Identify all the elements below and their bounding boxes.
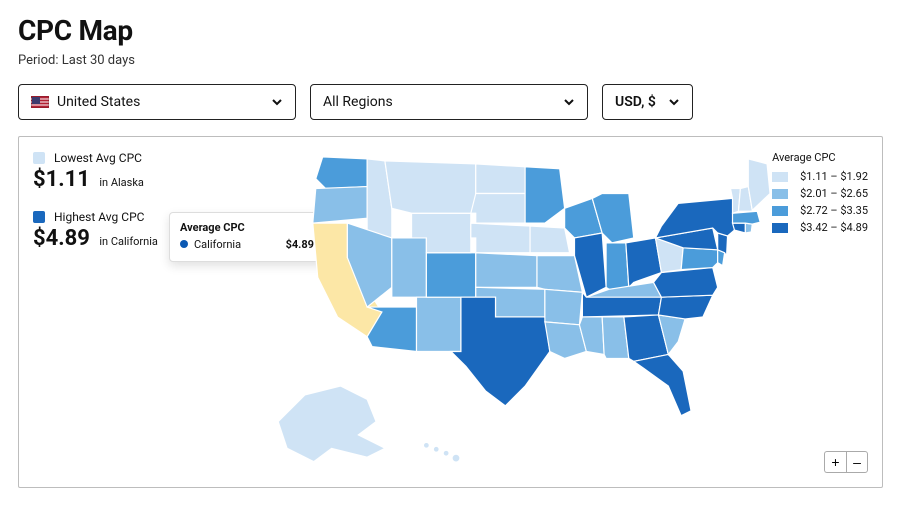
legend-item: $3.42 – $4.89 <box>772 221 868 234</box>
lowest-cpc-block: Lowest Avg CPC $1.11 in Alaska <box>33 151 158 192</box>
lowest-swatch <box>33 152 45 164</box>
zoom-in-button[interactable]: + <box>824 451 846 473</box>
lowest-label: Lowest Avg CPC <box>54 151 142 165</box>
highest-value: $4.89 <box>33 226 90 251</box>
state-arkansas[interactable] <box>545 289 583 325</box>
currency-select-value: USD, $ <box>615 94 656 110</box>
country-select-value: United States <box>57 94 140 110</box>
state-maryland[interactable] <box>681 248 718 270</box>
tooltip-dot-icon <box>180 240 188 248</box>
lowest-value: $1.11 <box>33 167 90 192</box>
highest-cpc-block: Highest Avg CPC $4.89 in California <box>33 210 158 251</box>
state-new-mexico[interactable] <box>417 297 461 351</box>
chevron-down-icon <box>668 96 680 108</box>
state-colorado[interactable] <box>426 253 475 297</box>
highest-label: Highest Avg CPC <box>54 210 144 224</box>
state-florida[interactable] <box>634 354 691 415</box>
state-north-dakota[interactable] <box>476 164 525 194</box>
zoom-out-button[interactable]: – <box>846 451 868 473</box>
us-map[interactable] <box>219 137 772 487</box>
state-south-dakota[interactable] <box>471 194 525 224</box>
period-label: Period: Last 30 days <box>18 53 883 68</box>
chevron-down-icon <box>271 96 283 108</box>
highest-swatch <box>33 211 45 223</box>
country-select[interactable]: United States <box>18 84 296 120</box>
zoom-controls: + – <box>824 451 868 473</box>
state-iowa[interactable] <box>530 226 570 253</box>
legend-item: $2.01 – $2.65 <box>772 187 868 200</box>
state-minnesota[interactable] <box>525 167 565 223</box>
legend: Average CPC $1.11 – $1.92 $2.01 – $2.65 … <box>772 151 868 238</box>
region-select-value: All Regions <box>323 94 393 110</box>
legend-title: Average CPC <box>772 151 868 164</box>
state-rhode-island[interactable] <box>745 223 752 233</box>
state-utah[interactable] <box>392 238 427 297</box>
state-hawaii[interactable] <box>423 442 429 448</box>
state-alaska[interactable] <box>278 386 385 462</box>
state-oregon[interactable] <box>313 187 367 224</box>
legend-item: $2.72 – $3.35 <box>772 204 868 217</box>
us-flag-icon <box>31 96 49 108</box>
highest-where: in California <box>99 235 158 248</box>
state-north-carolina[interactable] <box>658 295 712 319</box>
page-title: CPC Map <box>18 14 883 47</box>
state-washington[interactable] <box>316 157 367 189</box>
lowest-where: in Alaska <box>99 176 144 189</box>
legend-item: $1.11 – $1.92 <box>772 170 868 183</box>
state-montana[interactable] <box>385 161 476 213</box>
state-indiana[interactable] <box>606 243 629 289</box>
state-nebraska[interactable] <box>471 223 530 253</box>
region-select[interactable]: All Regions <box>310 84 588 120</box>
state-maine[interactable] <box>748 159 770 210</box>
chevron-down-icon <box>563 96 575 108</box>
filter-bar: United States All Regions USD, $ <box>18 84 883 120</box>
state-massachusetts[interactable] <box>733 211 761 224</box>
summary-stats: Lowest Avg CPC $1.11 in Alaska Highest A… <box>33 151 158 269</box>
map-panel: Lowest Avg CPC $1.11 in Alaska Highest A… <box>18 136 883 488</box>
state-kansas[interactable] <box>476 253 537 288</box>
state-connecticut[interactable] <box>733 223 746 233</box>
currency-select[interactable]: USD, $ <box>602 84 693 120</box>
